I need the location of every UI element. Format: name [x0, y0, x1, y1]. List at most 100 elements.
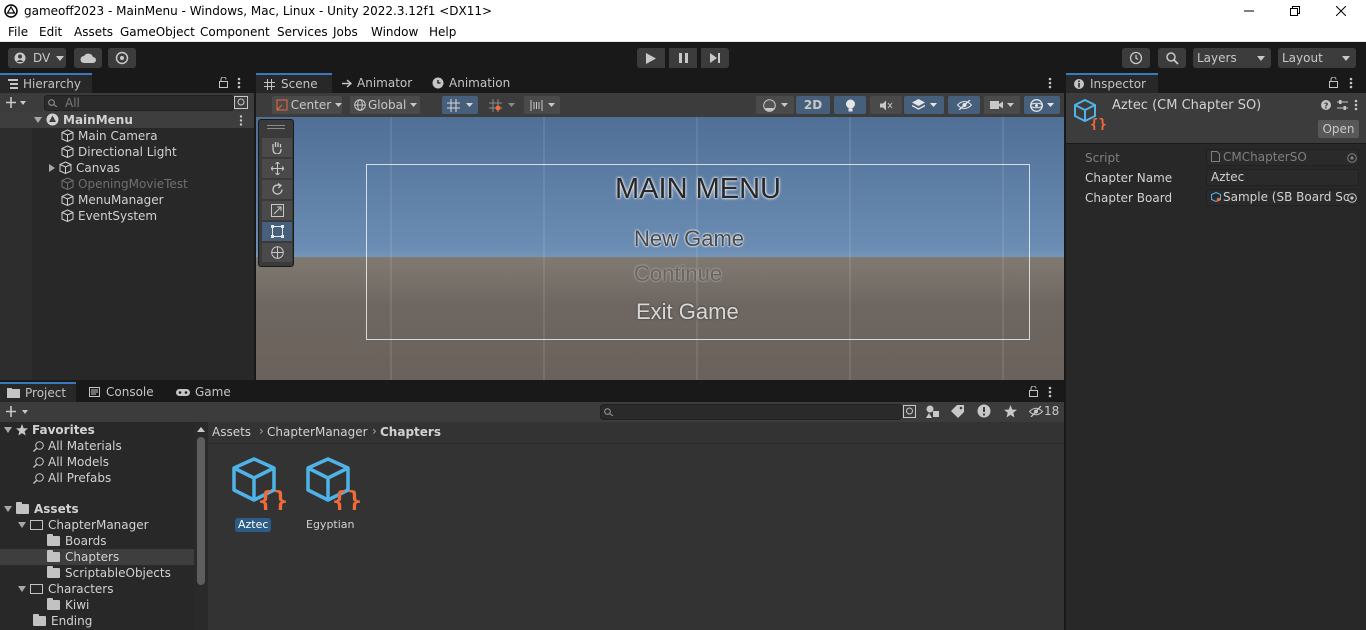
close-window-button[interactable]: [1318, 0, 1364, 22]
hierarchy-item-main-camera[interactable]: Main Camera: [61, 128, 158, 144]
tab-hierarchy[interactable]: Hierarchy: [0, 73, 92, 93]
hierarchy-search-input[interactable]: All: [44, 95, 234, 111]
rotate-tool-button[interactable]: [262, 180, 292, 199]
move-tool-button[interactable]: [262, 159, 292, 178]
draw-mode-dropdown[interactable]: [756, 96, 794, 114]
tab-animator[interactable]: Animator: [342, 73, 412, 93]
account-dropdown[interactable]: DV: [8, 48, 66, 68]
project-search-input[interactable]: [600, 404, 902, 420]
play-button[interactable]: [637, 48, 665, 68]
overlay-drag-handle-icon[interactable]: [267, 125, 285, 129]
scene-visibility-toggle[interactable]: [948, 96, 980, 114]
favorite-star-icon[interactable]: [1004, 405, 1017, 418]
favorites-header[interactable]: Favorites: [4, 422, 95, 438]
menu-jobs[interactable]: Jobs: [333, 25, 358, 39]
favorite-all-materials[interactable]: All Materials: [33, 438, 122, 454]
tab-game[interactable]: Game: [176, 382, 231, 402]
transform-tool-button[interactable]: [262, 243, 292, 262]
kebab-menu-icon[interactable]: [237, 77, 241, 89]
kebab-menu-icon[interactable]: [1048, 77, 1052, 89]
layout-dropdown[interactable]: Layout: [1278, 48, 1356, 68]
folder-chapters[interactable]: Chapters: [47, 549, 119, 565]
exit-game-text[interactable]: Exit Game: [636, 299, 739, 325]
breadcrumb-assets[interactable]: Assets: [212, 425, 251, 439]
scroll-thumb[interactable]: [197, 437, 205, 585]
breadcrumb-chaptermanager[interactable]: ChapterManager: [267, 425, 368, 439]
presets-icon[interactable]: [1337, 100, 1348, 110]
asset-aztec[interactable]: {} Aztec: [228, 456, 286, 532]
undo-history-button[interactable]: [1122, 48, 1150, 68]
hidden-packages-icon[interactable]: [1029, 406, 1043, 417]
add-dropdown-icon[interactable]: [6, 97, 26, 109]
hierarchy-item-openingmovietest[interactable]: OpeningMovieTest: [61, 176, 188, 192]
search-button[interactable]: [1158, 48, 1186, 68]
breadcrumb-chapters[interactable]: Chapters: [380, 425, 441, 439]
camera-dropdown[interactable]: [984, 96, 1020, 114]
folder-boards[interactable]: Boards: [47, 533, 107, 549]
tab-project[interactable]: Project: [0, 382, 76, 402]
folder-scriptableobjects[interactable]: ScriptableObjects: [47, 565, 171, 581]
rect-tool-button[interactable]: [262, 222, 292, 241]
folder-kiwi[interactable]: Kiwi: [47, 597, 89, 613]
hierarchy-item-menumanager[interactable]: MenuManager: [61, 192, 164, 208]
expand-arrow-icon[interactable]: [49, 164, 55, 172]
lock-icon[interactable]: [1029, 386, 1038, 397]
menu-assets[interactable]: Assets: [74, 25, 113, 39]
menu-title-text[interactable]: MAIN MENU: [366, 173, 1030, 206]
lighting-toggle[interactable]: [834, 96, 866, 114]
effects-dropdown[interactable]: [904, 96, 944, 114]
lock-icon[interactable]: [1329, 77, 1338, 88]
collab-button[interactable]: [108, 48, 136, 68]
tab-scene[interactable]: Scene: [256, 73, 332, 93]
menu-edit[interactable]: Edit: [39, 25, 62, 39]
tree-scrollbar[interactable]: [194, 422, 208, 630]
help-icon[interactable]: ?: [1321, 100, 1331, 110]
continue-text[interactable]: Continue: [634, 261, 722, 287]
2d-mode-toggle[interactable]: 2D: [796, 96, 830, 114]
space-dropdown[interactable]: Global: [350, 96, 420, 114]
restore-button[interactable]: [1272, 0, 1318, 22]
tab-console[interactable]: Console: [89, 382, 154, 402]
scale-tool-button[interactable]: [262, 201, 292, 220]
assets-header[interactable]: Assets: [4, 501, 79, 517]
minimize-button[interactable]: [1226, 0, 1272, 22]
folder-ending[interactable]: Ending: [33, 613, 92, 629]
new-game-text[interactable]: New Game: [634, 226, 744, 252]
scene-row[interactable]: MainMenu: [34, 112, 133, 128]
menu-file[interactable]: File: [8, 25, 28, 39]
kebab-menu-icon[interactable]: [1048, 386, 1052, 398]
tab-inspector[interactable]: Inspector: [1066, 73, 1158, 93]
menu-component[interactable]: Component: [200, 25, 270, 39]
hand-tool-button[interactable]: [262, 138, 292, 157]
object-picker-icon[interactable]: [1347, 193, 1357, 203]
grid-snapping-toggle[interactable]: [442, 96, 478, 114]
kebab-menu-icon[interactable]: [1349, 77, 1353, 89]
ruler-dropdown[interactable]: [524, 96, 560, 114]
asset-egyptian[interactable]: {} Egyptian: [304, 456, 364, 532]
tab-animation[interactable]: Animation: [432, 73, 510, 93]
audio-toggle[interactable]: [870, 96, 902, 114]
chapter-board-field[interactable]: Sample (SB Board Sc: [1206, 189, 1359, 206]
folder-chaptermanager[interactable]: ChapterManager: [18, 517, 149, 533]
scroll-up-icon[interactable]: [197, 427, 205, 432]
scene-viewport[interactable]: MAIN MENU New Game Continue Exit Game: [256, 117, 1064, 380]
search-options-icon[interactable]: [903, 405, 916, 418]
log-type-icon[interactable]: [977, 404, 991, 418]
open-button[interactable]: Open: [1318, 120, 1359, 138]
menu-gameobject[interactable]: GameObject: [120, 25, 195, 39]
kebab-menu-icon[interactable]: [1354, 99, 1358, 111]
search-by-type-icon[interactable]: [926, 405, 940, 418]
lock-icon[interactable]: [219, 77, 228, 88]
step-button[interactable]: [701, 48, 729, 68]
gizmos-dropdown[interactable]: [1024, 96, 1060, 114]
label-tag-icon[interactable]: [951, 405, 964, 418]
hierarchy-item-eventsystem[interactable]: EventSystem: [61, 208, 157, 224]
cloud-button[interactable]: [74, 48, 102, 68]
chapter-name-input[interactable]: Aztec: [1206, 169, 1359, 186]
search-options-icon[interactable]: [234, 96, 248, 109]
menu-services[interactable]: Services: [277, 25, 328, 39]
layers-dropdown[interactable]: Layers: [1193, 48, 1271, 68]
menu-window[interactable]: Window: [371, 25, 418, 39]
folder-characters[interactable]: Characters: [18, 581, 114, 597]
create-dropdown-icon[interactable]: [6, 406, 31, 418]
